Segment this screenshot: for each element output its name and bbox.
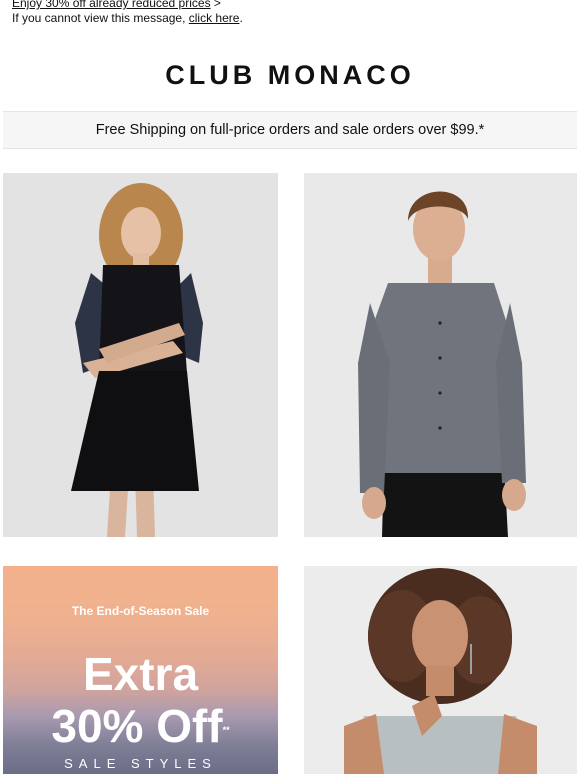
- sale-headline-off: 30% Off**: [3, 702, 278, 750]
- click-here-link[interactable]: click here: [189, 11, 240, 25]
- man-grey-shirt-photo[interactable]: [304, 173, 577, 537]
- view-message-suffix: .: [239, 11, 243, 25]
- sale-footnote-mark: **: [222, 725, 230, 735]
- woman-black-dress-illustration: [3, 173, 278, 537]
- shipping-banner[interactable]: Free Shipping on full-price orders and s…: [3, 111, 577, 149]
- sale-headline-extra: Extra: [82, 648, 199, 700]
- offer-arrow: >: [213, 0, 221, 10]
- man-grey-shirt-illustration: [304, 173, 577, 537]
- sale-headline-off-text: 30% Off: [51, 700, 223, 752]
- sale-kicker: The End-of-Season Sale: [71, 604, 210, 618]
- view-message-text: If you cannot view this message,: [12, 11, 189, 25]
- offer-link[interactable]: Enjoy 30% off already reduced prices: [12, 0, 211, 10]
- sale-subline: SALE STYLES: [64, 756, 217, 771]
- woman-black-dress-photo[interactable]: [3, 173, 278, 537]
- brand-logo[interactable]: CLUB MONACO: [0, 60, 580, 91]
- woman-curly-hair-top-photo[interactable]: [304, 566, 577, 774]
- preheader: Enjoy 30% off already reduced prices > I…: [12, 0, 243, 26]
- woman-curly-hair-illustration: [304, 566, 577, 774]
- shipping-text: Free Shipping on full-price orders and s…: [95, 122, 485, 138]
- sale-promo-tile[interactable]: The End-of-Season Sale Extra 30% Off** S…: [3, 566, 278, 774]
